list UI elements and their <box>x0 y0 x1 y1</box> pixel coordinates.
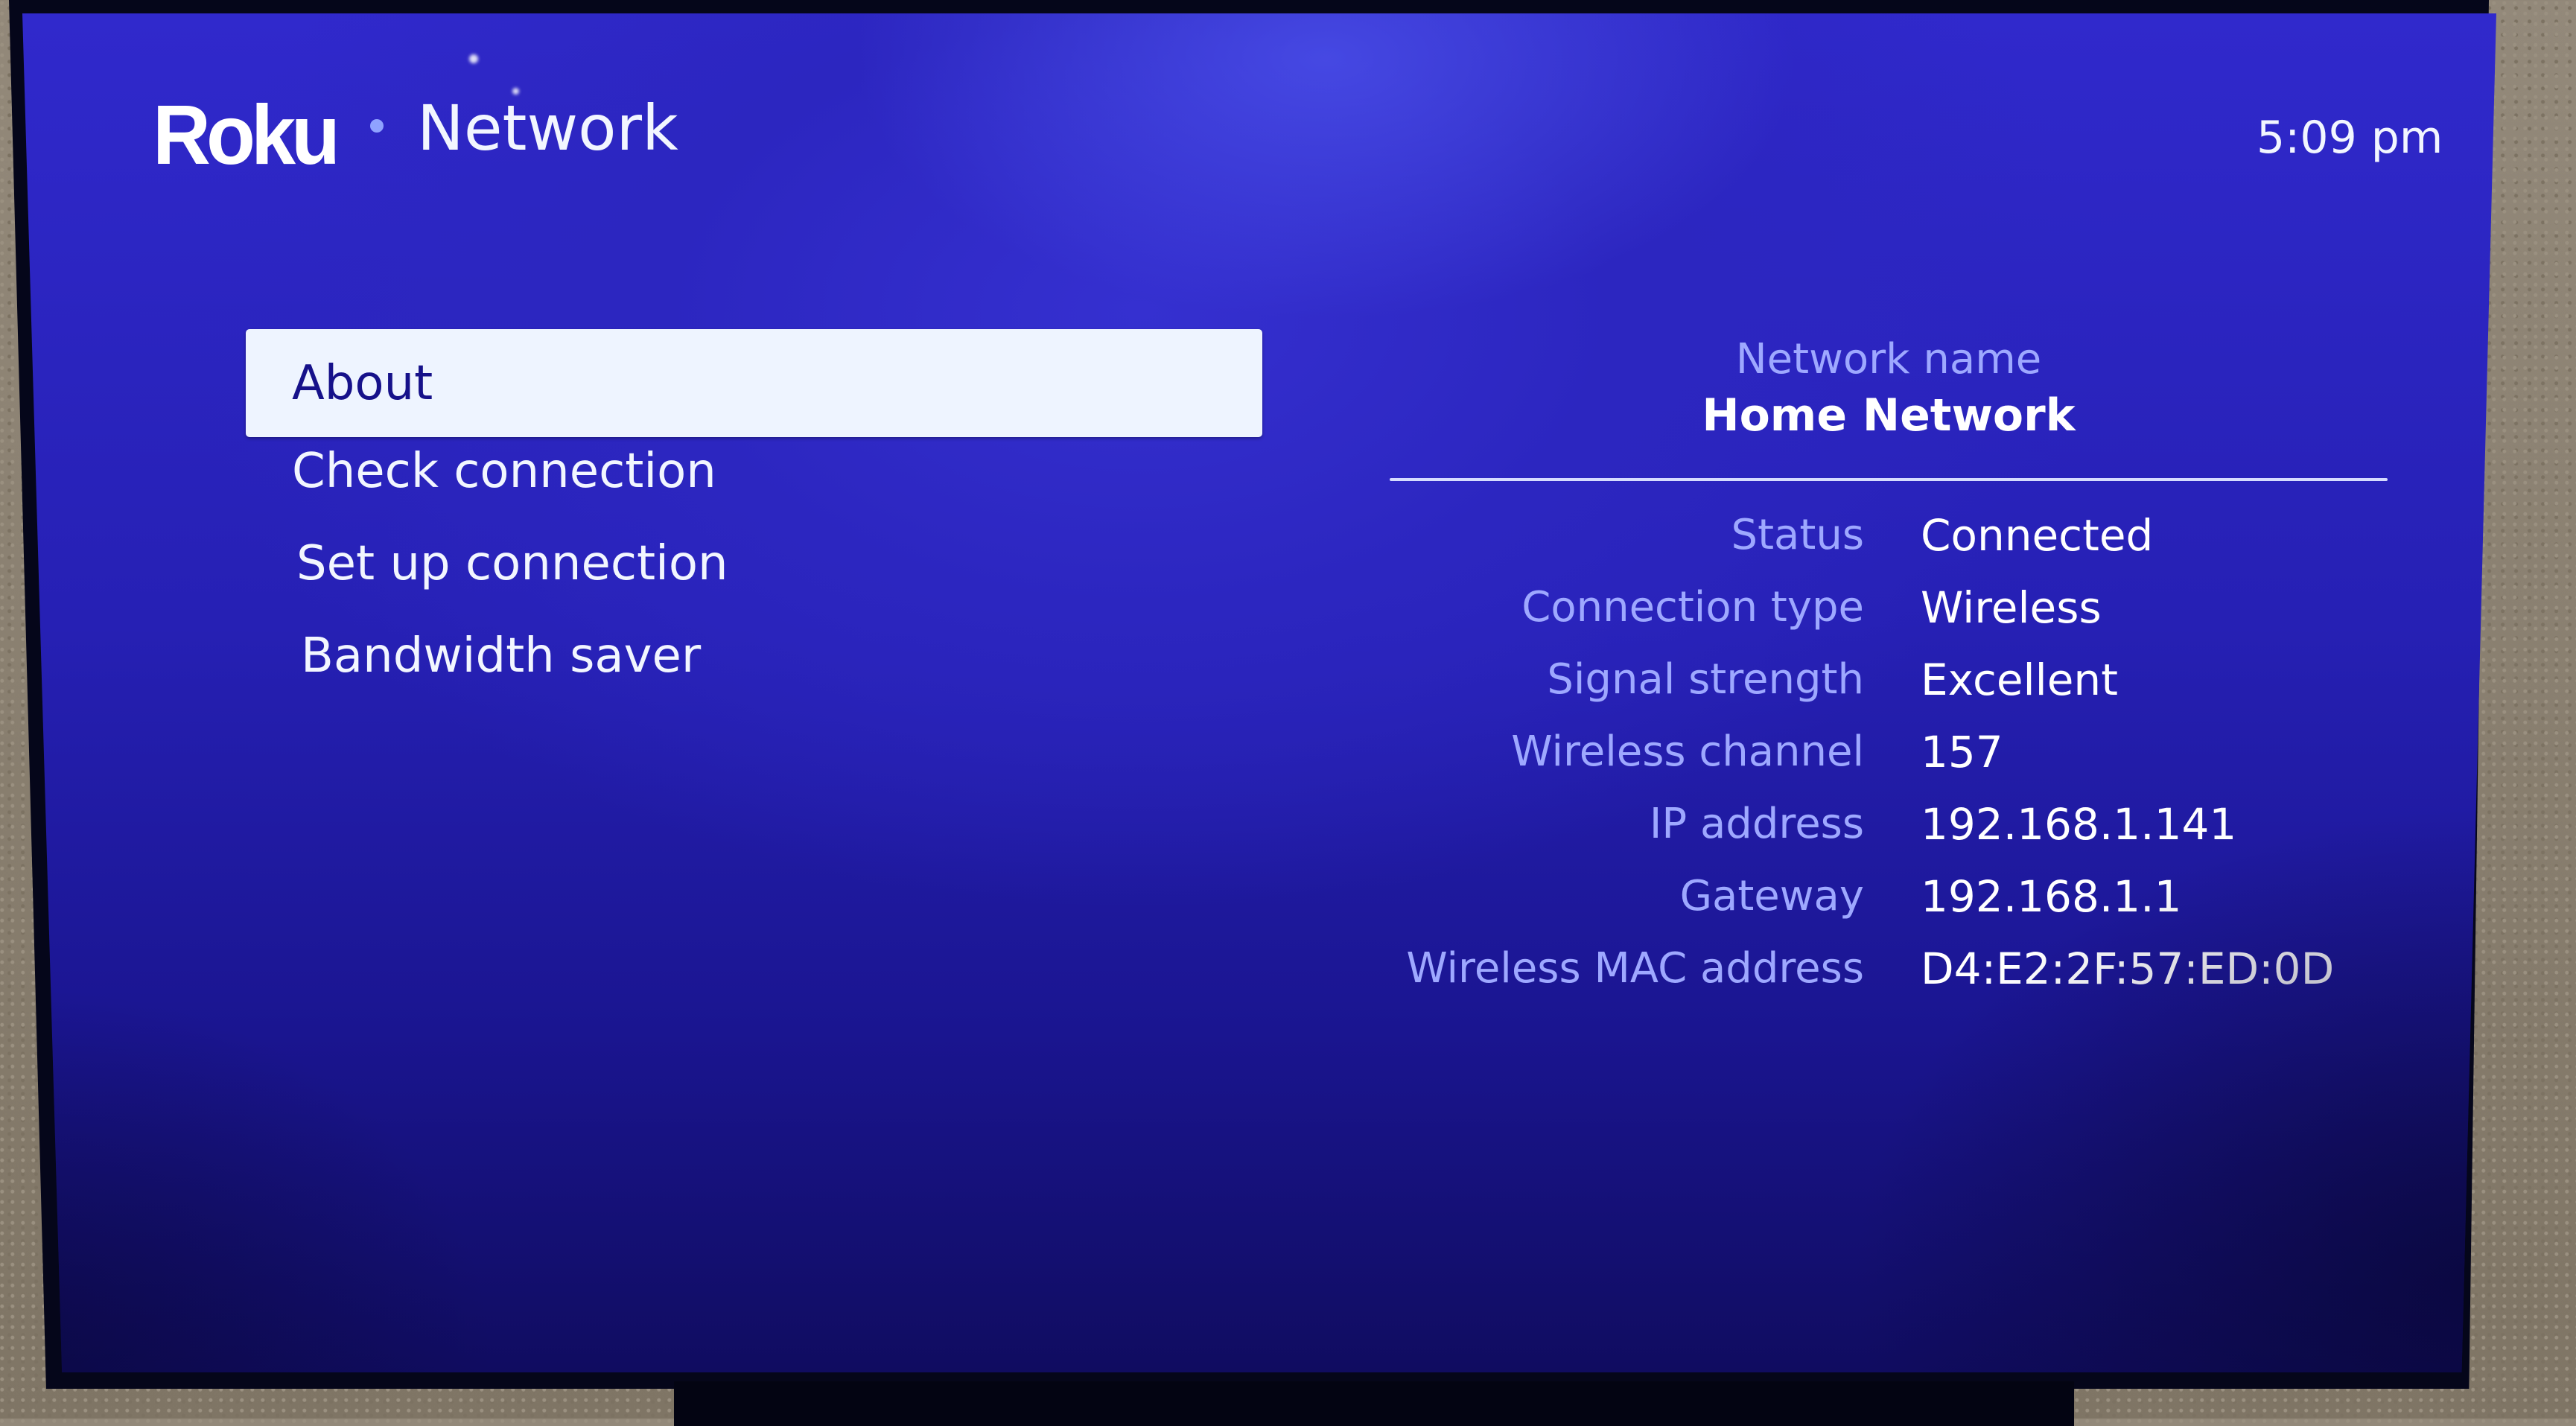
info-row-value: Wireless <box>1921 582 2102 633</box>
info-row-label: Gateway <box>1679 872 1864 920</box>
info-row-label: Wireless MAC address <box>1406 944 1864 993</box>
info-row-value: D4:E2:2F:57:ED:0D <box>1921 943 2335 994</box>
info-row-connection-type: Connection type Wireless <box>1390 571 2388 643</box>
network-menu: About Check connection Set up connection… <box>246 329 1262 702</box>
info-row-wireless-channel: Wireless channel 157 <box>1390 716 2388 788</box>
tv-screen: Roku Network 5:09 pm About Check connect… <box>22 13 2496 1372</box>
breadcrumb-separator-dot <box>370 119 384 133</box>
divider <box>1390 478 2388 481</box>
info-row-label: Signal strength <box>1547 655 1864 704</box>
info-row-label: Status <box>1731 511 1864 559</box>
roku-logo: Roku <box>153 86 340 182</box>
network-details: Status Connected Connection type Wireles… <box>1390 499 2388 1005</box>
menu-item-label: Check connection <box>292 444 716 499</box>
info-row-signal-strength: Signal strength Excellent <box>1390 643 2388 716</box>
info-row-value: 192.168.1.1 <box>1921 870 2182 922</box>
menu-item-check-connection[interactable]: Check connection <box>246 425 1262 518</box>
tv-stand <box>674 1381 2074 1426</box>
info-row-ip-address: IP address 192.168.1.141 <box>1390 788 2388 860</box>
menu-item-bandwidth-saver[interactable]: Bandwidth saver <box>246 610 1262 702</box>
menu-item-label: Set up connection <box>296 536 728 591</box>
menu-item-about[interactable]: About <box>246 329 1262 437</box>
info-row-label: IP address <box>1649 800 1864 848</box>
menu-item-label: Bandwidth saver <box>301 628 702 684</box>
info-row-status: Status Connected <box>1390 499 2388 571</box>
info-row-value: 192.168.1.141 <box>1921 798 2237 850</box>
info-row-label: Wireless channel <box>1511 728 1864 776</box>
page-title: Network <box>417 92 678 165</box>
network-info-panel: Network name Home Network Status Connect… <box>1390 334 2388 1005</box>
menu-item-label: About <box>292 355 433 411</box>
network-name-value: Home Network <box>1702 389 2076 442</box>
info-row-gateway: Gateway 192.168.1.1 <box>1390 860 2388 932</box>
network-name-label: Network name <box>1735 335 2042 383</box>
info-row-value: Connected <box>1921 509 2154 561</box>
info-row-label: Connection type <box>1521 583 1864 631</box>
info-row-value: Excellent <box>1921 654 2118 705</box>
screen-glare <box>469 54 478 63</box>
clock: 5:09 pm <box>2257 112 2443 164</box>
menu-item-set-up-connection[interactable]: Set up connection <box>246 518 1262 610</box>
info-row-wireless-mac-address: Wireless MAC address D4:E2:2F:57:ED:0D <box>1390 932 2388 1005</box>
info-row-value: 157 <box>1921 726 2003 777</box>
